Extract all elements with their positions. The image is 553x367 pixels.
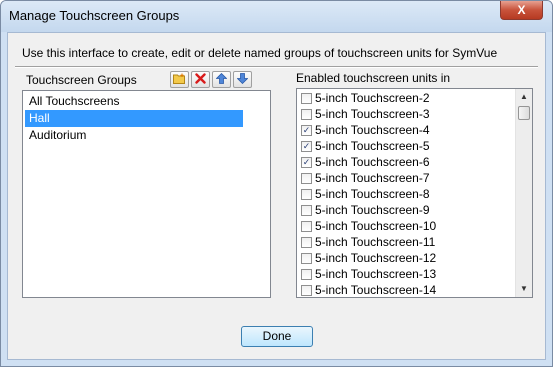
unit-checkbox-checked[interactable]: ✓ (301, 124, 312, 136)
units-label: Enabled touchscreen units in (296, 71, 451, 85)
unit-checkbox[interactable] (301, 220, 312, 232)
unit-checkbox[interactable] (301, 252, 312, 264)
unit-row[interactable]: 5-inch Touchscreen-3 (301, 106, 430, 122)
unit-checkbox[interactable] (301, 236, 312, 248)
groups-list[interactable]: All Touchscreens Hall Auditorium (22, 90, 271, 298)
group-item-hall[interactable]: Hall (25, 110, 243, 127)
unit-label: 5-inch Touchscreen-8 (315, 187, 430, 201)
unit-label: 5-inch Touchscreen-4 (315, 123, 430, 137)
unit-row[interactable]: 5-inch Touchscreen-13 (301, 266, 436, 282)
groups-toolbar (170, 71, 252, 90)
unit-checkbox[interactable] (301, 268, 312, 280)
unit-label: 5-inch Touchscreen-10 (315, 219, 437, 233)
unit-label: 5-inch Touchscreen-13 (315, 267, 437, 281)
units-scrollbar[interactable]: ▲ ▼ (515, 89, 532, 297)
unit-label: 5-inch Touchscreen-2 (315, 91, 430, 105)
unit-row[interactable]: ✓ 5-inch Touchscreen-4 (301, 122, 430, 138)
unit-row[interactable]: 5-inch Touchscreen-12 (301, 250, 436, 266)
unit-checkbox[interactable] (301, 172, 312, 184)
group-item-auditorium[interactable]: Auditorium (25, 127, 243, 144)
unit-label: 5-inch Touchscreen-5 (315, 139, 430, 153)
unit-checkbox[interactable] (301, 204, 312, 216)
delete-icon (195, 72, 206, 87)
units-checklist[interactable]: 5-inch Touchscreen-2 5-inch Touchscreen-… (296, 88, 533, 298)
unit-row[interactable]: 5-inch Touchscreen-10 (301, 218, 436, 234)
unit-label: 5-inch Touchscreen-6 (315, 155, 430, 169)
scroll-thumb[interactable] (518, 106, 530, 120)
unit-checkbox-checked[interactable]: ✓ (301, 156, 312, 168)
description-text: Use this interface to create, edit or de… (22, 46, 498, 60)
unit-row[interactable]: 5-inch Touchscreen-2 (301, 90, 430, 106)
unit-row[interactable]: 5-inch Touchscreen-8 (301, 186, 430, 202)
scroll-up-icon[interactable]: ▲ (516, 89, 532, 105)
groups-label: Touchscreen Groups (26, 73, 137, 87)
separator (15, 66, 538, 68)
unit-row[interactable]: 5-inch Touchscreen-9 (301, 202, 430, 218)
unit-label: 5-inch Touchscreen-3 (315, 107, 430, 121)
title-bar[interactable]: Manage Touchscreen Groups X (1, 1, 552, 32)
unit-row[interactable]: ✓ 5-inch Touchscreen-5 (301, 138, 430, 154)
scroll-down-icon[interactable]: ▼ (516, 281, 532, 297)
unit-row[interactable]: 5-inch Touchscreen-11 (301, 234, 435, 250)
delete-group-button[interactable] (191, 71, 210, 88)
unit-label: 5-inch Touchscreen-7 (315, 171, 430, 185)
unit-row[interactable]: 5-inch Touchscreen-14 (301, 282, 437, 297)
add-folder-icon (173, 73, 186, 87)
move-up-icon (215, 72, 228, 87)
dialog-content: Use this interface to create, edit or de… (7, 32, 546, 360)
unit-row[interactable]: ✓ 5-inch Touchscreen-6 (301, 154, 430, 170)
move-down-button[interactable] (233, 71, 252, 88)
window-title: Manage Touchscreen Groups (9, 8, 180, 23)
unit-checkbox[interactable] (301, 108, 312, 120)
unit-label: 5-inch Touchscreen-12 (315, 251, 437, 265)
dialog-window: Manage Touchscreen Groups X Use this int… (0, 0, 553, 367)
done-button[interactable]: Done (241, 326, 313, 347)
unit-label: 5-inch Touchscreen-14 (315, 283, 437, 297)
unit-row[interactable]: 5-inch Touchscreen-7 (301, 170, 430, 186)
close-button[interactable]: X (500, 1, 543, 20)
unit-checkbox[interactable] (301, 92, 312, 104)
unit-checkbox[interactable] (301, 284, 312, 296)
group-item-all-touchscreens[interactable]: All Touchscreens (25, 93, 243, 110)
move-up-button[interactable] (212, 71, 231, 88)
unit-label: 5-inch Touchscreen-11 (315, 235, 436, 249)
unit-checkbox[interactable] (301, 188, 312, 200)
move-down-icon (236, 72, 249, 87)
add-group-button[interactable] (170, 71, 189, 88)
unit-label: 5-inch Touchscreen-9 (315, 203, 430, 217)
unit-checkbox-checked[interactable]: ✓ (301, 140, 312, 152)
